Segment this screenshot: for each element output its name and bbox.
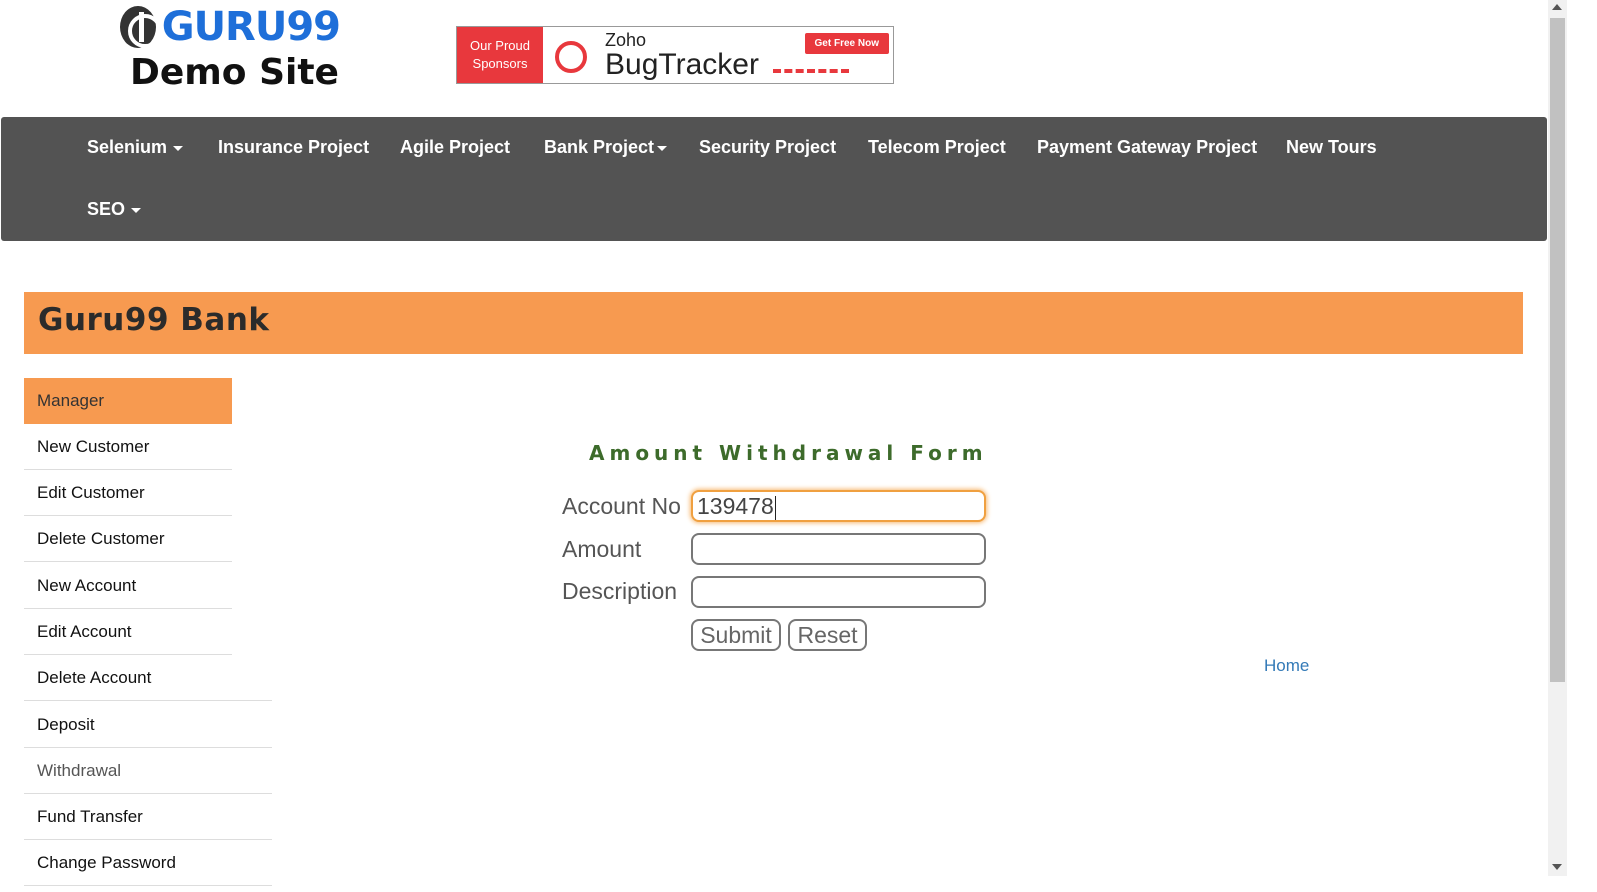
arrow-icon — [773, 67, 849, 73]
sidebar-item-delete-customer[interactable]: Delete Customer — [24, 516, 232, 562]
nav-security-project[interactable]: Security Project — [699, 137, 836, 158]
description-label: Description — [562, 578, 678, 604]
banner-product: BugTracker — [605, 48, 759, 81]
submit-button[interactable]: Submit — [691, 619, 781, 651]
guru99-logo[interactable]: GURU99 Demo Site — [120, 4, 341, 99]
home-link[interactable]: Home — [1264, 656, 1309, 676]
nav-seo[interactable]: SEO — [87, 199, 142, 220]
reset-button[interactable]: Reset — [788, 619, 867, 651]
logo-text: GURU99 — [161, 4, 341, 50]
description-input[interactable] — [691, 576, 986, 608]
scroll-up-icon[interactable] — [1552, 4, 1562, 10]
sponsor-label-line1: Our Proud — [470, 38, 530, 53]
account-no-input[interactable]: 139478 — [691, 490, 986, 522]
sponsor-banner[interactable]: Our Proud Sponsors Zoho BugTracker Get F… — [456, 26, 894, 84]
sidebar-item-delete-account[interactable]: Delete Account — [24, 655, 272, 701]
nav-bank-project[interactable]: Bank Project — [544, 137, 668, 158]
sponsor-label-line2: Sponsors — [472, 56, 528, 71]
nav-agile-project[interactable]: Agile Project — [400, 137, 510, 158]
chevron-down-icon — [131, 207, 142, 213]
scroll-down-icon[interactable] — [1552, 864, 1562, 870]
sidebar-item-withdrawal[interactable]: Withdrawal — [24, 748, 272, 794]
logo-subtitle: Demo Site — [130, 52, 339, 93]
main-navbar: Selenium Insurance Project Agile Project… — [1, 117, 1547, 241]
sidebar-item-change-password[interactable]: Change Password — [24, 840, 272, 886]
nav-insurance-project[interactable]: Insurance Project — [218, 137, 369, 158]
sidebar-item-edit-account[interactable]: Edit Account — [24, 609, 232, 655]
scrollbar-thumb[interactable] — [1550, 18, 1565, 682]
amount-label: Amount — [562, 536, 642, 562]
sidebar-item-new-customer[interactable]: New Customer — [24, 424, 232, 470]
page: GURU99 Demo Site Our Proud Sponsors Zoho… — [0, 0, 1597, 892]
sidebar-item-manager[interactable]: Manager — [24, 378, 232, 424]
bug-icon — [543, 27, 601, 83]
sidebar-item-fund-transfer[interactable]: Fund Transfer — [24, 794, 272, 840]
nav-telecom-project[interactable]: Telecom Project — [868, 137, 1006, 158]
get-free-now-button[interactable]: Get Free Now — [804, 33, 889, 54]
account-no-value: 139478 — [697, 493, 774, 519]
banner-brand: Zoho — [605, 30, 647, 50]
guru99-logo-icon — [120, 6, 162, 48]
sidebar-item-deposit[interactable]: Deposit — [24, 702, 272, 748]
nav-new-tours[interactable]: New Tours — [1286, 137, 1377, 158]
account-no-label: Account No — [562, 493, 681, 519]
sidebar-item-new-account[interactable]: New Account — [24, 563, 232, 609]
sponsor-label: Our Proud Sponsors — [457, 27, 543, 83]
text-cursor — [774, 495, 776, 520]
chevron-down-icon — [657, 145, 668, 151]
amount-input[interactable] — [691, 533, 986, 565]
form-title: Amount Withdrawal Form — [589, 441, 988, 465]
bank-header: Guru99 Bank — [24, 292, 1523, 354]
chevron-down-icon — [173, 145, 184, 151]
sidebar-item-edit-customer[interactable]: Edit Customer — [24, 470, 232, 516]
bank-title: Guru99 Bank — [38, 302, 270, 338]
nav-selenium[interactable]: Selenium — [87, 137, 184, 158]
nav-payment-gateway-project[interactable]: Payment Gateway Project — [1037, 137, 1257, 158]
